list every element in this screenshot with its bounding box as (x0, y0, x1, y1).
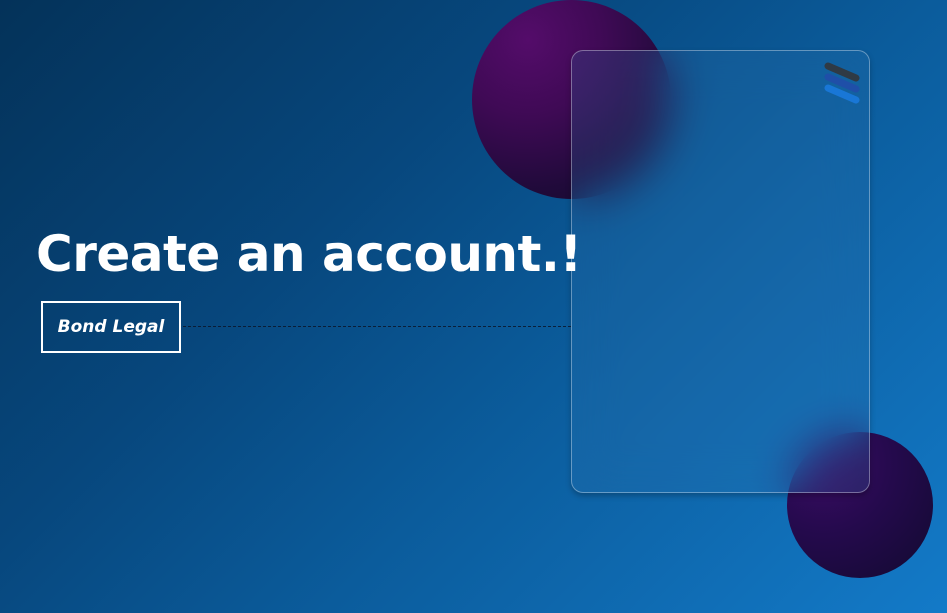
glass-card (571, 50, 870, 493)
brand-label: Bond Legal (57, 317, 165, 337)
dashed-connector-line (183, 326, 571, 327)
three-stripes-logo-icon (824, 62, 860, 104)
brand-button[interactable]: Bond Legal (41, 301, 181, 353)
page-title: Create an account.! (36, 225, 582, 283)
